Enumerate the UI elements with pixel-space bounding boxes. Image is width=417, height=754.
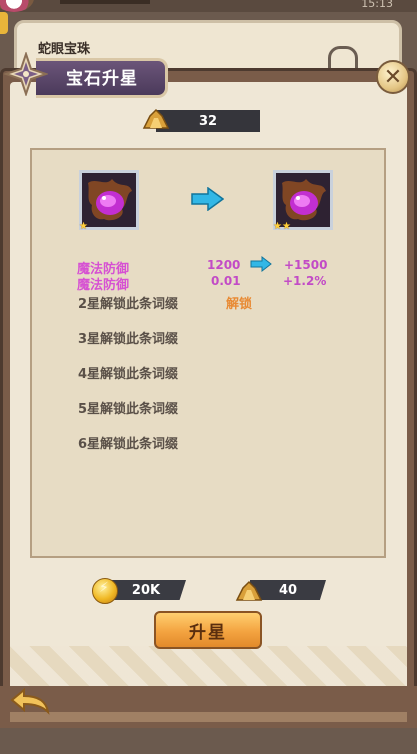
star-emblem-icon <box>4 52 48 96</box>
upgrade-stone-icon <box>235 580 263 601</box>
stat-name: 魔法防御 <box>77 278 130 293</box>
upgrade-star-button[interactable]: 升星 <box>154 611 262 649</box>
back-arrow-icon[interactable] <box>8 684 52 716</box>
gem-next-slot[interactable]: ★★ <box>273 170 333 232</box>
stat-current-value: 0.01 <box>211 274 241 288</box>
gold-cost: 20K <box>106 580 186 600</box>
gem-next-stars: ★★ <box>273 221 291 232</box>
gem-icon <box>276 173 330 227</box>
unlock-row: 3星解锁此条词缀 <box>78 332 179 347</box>
unlock-row: 5星解锁此条词缀 <box>78 402 179 417</box>
unlock-row: 4星解锁此条词缀 <box>78 367 179 382</box>
close-icon: ✕ <box>383 64 403 90</box>
dialog-bottom-pattern <box>10 646 407 686</box>
gem-current-slot[interactable]: ★ <box>79 170 139 232</box>
arrow-right-icon <box>191 187 224 211</box>
gold-coin-icon: ⚡ <box>92 578 118 604</box>
stat-current-value: 1200 <box>207 258 241 272</box>
top-bar-decoration <box>60 0 150 4</box>
side-tab <box>0 12 8 34</box>
upgrade-stone-icon <box>142 108 170 129</box>
arrow-right-icon <box>250 256 272 272</box>
gem-icon <box>82 173 136 227</box>
clock: 15:13 <box>361 0 393 10</box>
unlock-row: 6星解锁此条词缀 <box>78 437 179 452</box>
stat-next-value: +1500 <box>284 258 328 272</box>
footer-divider <box>10 712 407 722</box>
close-button[interactable]: ✕ <box>376 60 410 94</box>
stat-next-value: +1.2% <box>283 274 327 288</box>
unlock-row: 2星解锁此条词缀 <box>78 297 179 312</box>
gem-current-stars: ★ <box>79 221 88 232</box>
stone-count: 32 <box>156 110 260 132</box>
dialog-title: 宝石升星 <box>66 69 138 89</box>
unlock-status: 解锁 <box>226 297 253 312</box>
